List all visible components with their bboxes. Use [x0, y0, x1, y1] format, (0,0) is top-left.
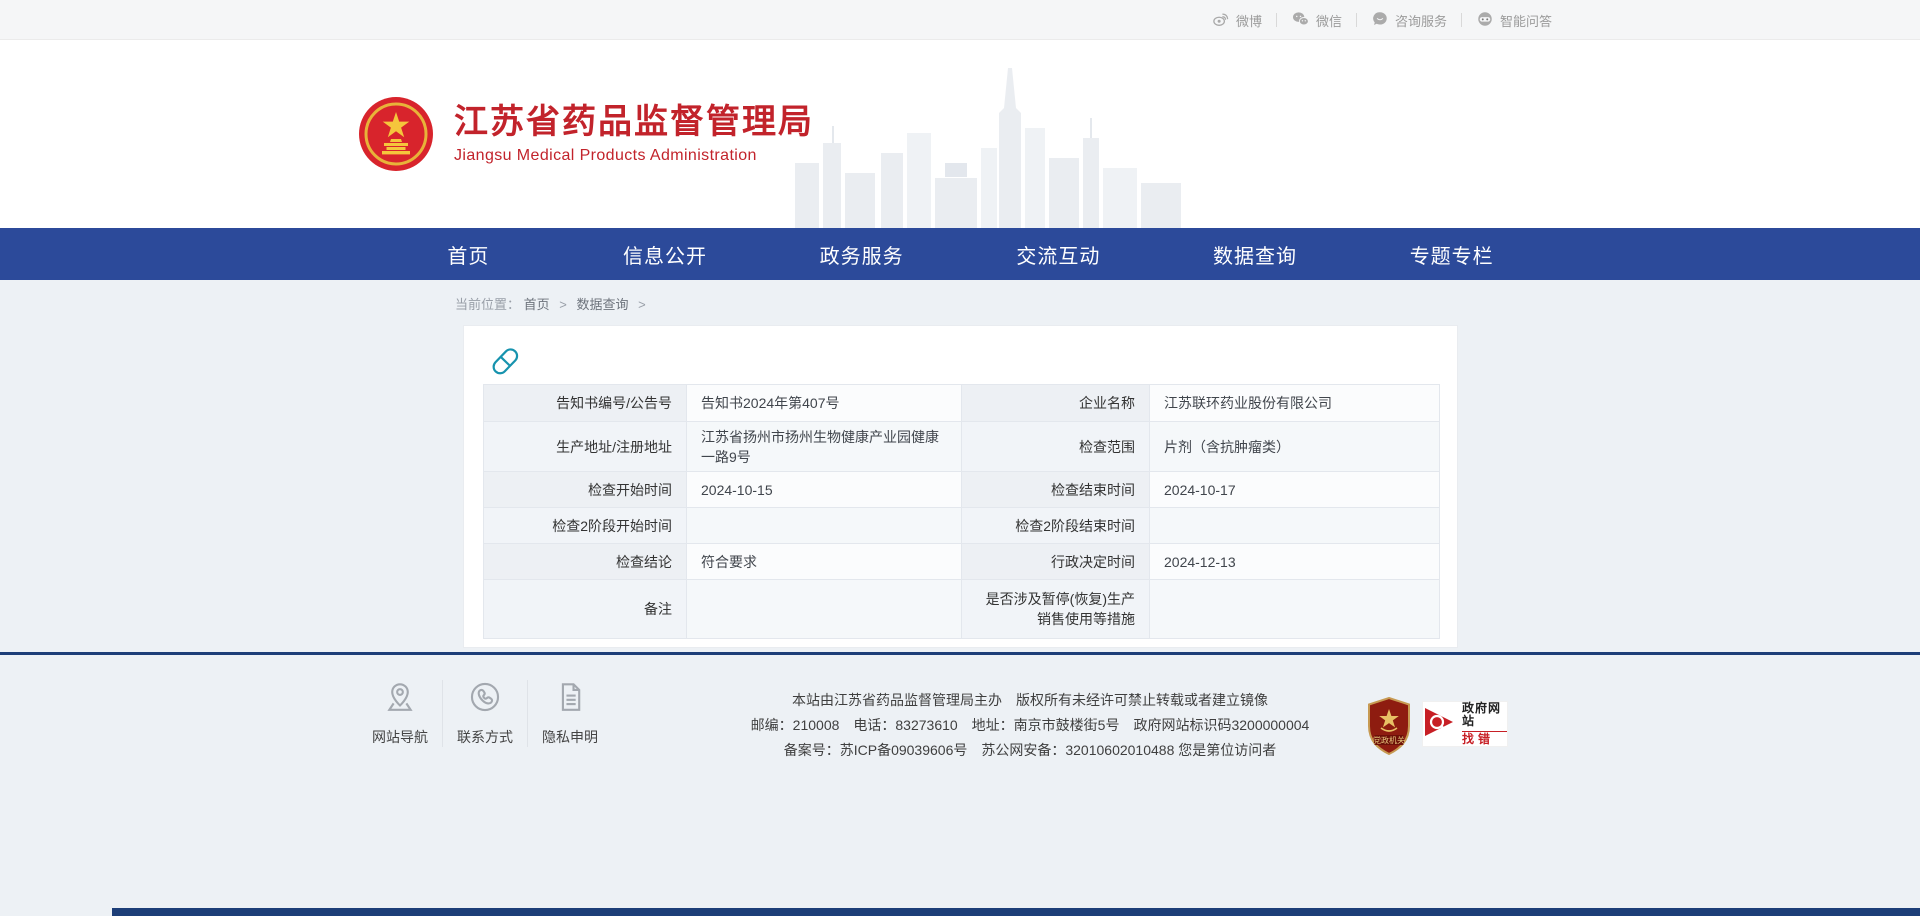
- footer-copyright-block: 本站由江苏省药品监督管理局主办 版权所有未经许可禁止转载或者建立镜像 邮编：21…: [750, 688, 1310, 763]
- divider: [1276, 13, 1277, 27]
- map-pin-icon: [383, 701, 417, 718]
- chat-bubble-icon: [1371, 10, 1389, 31]
- field-value: 2024-12-13: [1150, 544, 1440, 580]
- field-value: 2024-10-17: [1150, 472, 1440, 508]
- site-subtitle-en: Jiangsu Medical Products Administration: [454, 147, 814, 165]
- phone-icon: [468, 701, 502, 718]
- footer-line-3: 备案号：苏ICP备09039606号 苏公网安备：32010602010488 …: [750, 738, 1310, 763]
- privacy-link[interactable]: 隐私申明: [527, 680, 612, 747]
- site-map-label: 网站导航: [358, 727, 442, 747]
- field-label: 检查结束时间: [962, 472, 1150, 508]
- party-gov-shield-badge[interactable]: 党政机关: [1366, 697, 1412, 760]
- field-value: 片剂（含抗肿瘤类）: [1150, 422, 1440, 472]
- field-value: 江苏省扬州市扬州生物健康产业园健康一路9号: [687, 422, 962, 472]
- table-row: 备注 是否涉及暂停(恢复)生产销售使用等措施: [484, 580, 1440, 639]
- robot-icon: [1476, 10, 1494, 31]
- field-label: 检查结论: [484, 544, 687, 580]
- contact-label: 联系方式: [443, 727, 527, 747]
- field-label: 检查开始时间: [484, 472, 687, 508]
- table-row: 检查2阶段开始时间 检查2阶段结束时间: [484, 508, 1440, 544]
- field-label: 企业名称: [962, 385, 1150, 422]
- field-label: 备注: [484, 580, 687, 639]
- site-title: 江苏省药品监督管理局: [454, 103, 814, 142]
- field-value: [1150, 580, 1440, 639]
- breadcrumb-section-link[interactable]: 数据查询: [577, 297, 629, 312]
- field-value: [687, 508, 962, 544]
- field-value: [687, 580, 962, 639]
- magnifier-flag-icon: [1423, 704, 1459, 745]
- privacy-label: 隐私申明: [528, 727, 612, 747]
- table-row: 检查开始时间 2024-10-15 检查结束时间 2024-10-17: [484, 472, 1440, 508]
- contact-link[interactable]: 联系方式: [442, 680, 527, 747]
- footer-quick-links: 网站导航 联系方式 隐私申明: [358, 680, 612, 747]
- top-utility-bar: 微博 微信 咨询服务 智能问答: [0, 0, 1920, 40]
- nav-item-home[interactable]: 首页: [370, 228, 567, 280]
- main-nav: 首页 信息公开 政务服务 交流互动 数据查询 专题专栏: [0, 228, 1920, 280]
- nav-item-data-query[interactable]: 数据查询: [1157, 228, 1354, 280]
- table-row: 检查结论 符合要求 行政决定时间 2024-12-13: [484, 544, 1440, 580]
- divider: [1461, 13, 1462, 27]
- field-label: 告知书编号/公告号: [484, 385, 687, 422]
- footer-line-1: 本站由江苏省药品监督管理局主办 版权所有未经许可禁止转载或者建立镜像: [750, 688, 1310, 713]
- field-value: 2024-10-15: [687, 472, 962, 508]
- footer-badges: 党政机关 政府网站 找错: [1366, 697, 1508, 760]
- field-label: 检查2阶段开始时间: [484, 508, 687, 544]
- weibo-link[interactable]: 微博: [1212, 10, 1262, 31]
- city-skyline-graphic: [795, 68, 1195, 228]
- smart-qa-link[interactable]: 智能问答: [1476, 10, 1552, 31]
- field-label: 生产地址/注册地址: [484, 422, 687, 472]
- nav-item-info-disclosure[interactable]: 信息公开: [567, 228, 764, 280]
- pill-capsule-icon: [488, 344, 522, 383]
- table-row: 生产地址/注册地址 江苏省扬州市扬州生物健康产业园健康一路9号 检查范围 片剂（…: [484, 422, 1440, 472]
- table-row: 告知书编号/公告号 告知书2024年第407号 企业名称 江苏联环药业股份有限公…: [484, 385, 1440, 422]
- nav-item-special-topics[interactable]: 专题专栏: [1353, 228, 1550, 280]
- field-label: 是否涉及暂停(恢复)生产销售使用等措施: [962, 580, 1150, 639]
- gov-site-badge-text-top: 政府网站: [1462, 702, 1507, 728]
- page: 微博 微信 咨询服务 智能问答: [0, 0, 1920, 916]
- weibo-icon: [1212, 10, 1230, 31]
- nav-item-interaction[interactable]: 交流互动: [960, 228, 1157, 280]
- breadcrumb-separator: >: [638, 297, 646, 312]
- wechat-icon: [1291, 10, 1310, 31]
- breadcrumb: 当前位置： 首页 > 数据查询 >: [455, 294, 652, 313]
- document-icon: [553, 701, 587, 718]
- field-label: 检查范围: [962, 422, 1150, 472]
- wechat-label: 微信: [1316, 11, 1342, 30]
- national-emblem-logo: [358, 96, 434, 172]
- footer-line-2: 邮编：210008 电话：83273610 地址：南京市鼓楼街5号 政府网站标识…: [750, 713, 1310, 738]
- gov-site-badge-text-bottom: 找错: [1462, 731, 1507, 746]
- consult-service-link[interactable]: 咨询服务: [1371, 10, 1447, 31]
- smart-qa-label: 智能问答: [1500, 11, 1552, 30]
- field-value: 江苏联环药业股份有限公司: [1150, 385, 1440, 422]
- field-value: [1150, 508, 1440, 544]
- breadcrumb-prefix: 当前位置：: [455, 297, 520, 312]
- consult-service-label: 咨询服务: [1395, 11, 1447, 30]
- divider: [1356, 13, 1357, 27]
- inspection-detail-card: 告知书编号/公告号 告知书2024年第407号 企业名称 江苏联环药业股份有限公…: [463, 325, 1458, 648]
- weibo-label: 微博: [1236, 11, 1262, 30]
- site-header: 江苏省药品监督管理局 Jiangsu Medical Products Admi…: [0, 40, 1920, 228]
- footer-divider-line: [0, 652, 1920, 655]
- breadcrumb-separator: >: [559, 297, 567, 312]
- field-label: 检查2阶段结束时间: [962, 508, 1150, 544]
- breadcrumb-home-link[interactable]: 首页: [524, 297, 550, 312]
- field-value: 符合要求: [687, 544, 962, 580]
- nav-item-gov-services[interactable]: 政务服务: [763, 228, 960, 280]
- bottom-accent-bar: [112, 908, 1920, 916]
- wechat-link[interactable]: 微信: [1291, 10, 1342, 31]
- site-map-link[interactable]: 网站导航: [358, 680, 442, 747]
- gov-site-error-report-badge[interactable]: 政府网站 找错: [1422, 701, 1508, 747]
- field-value: 告知书2024年第407号: [687, 385, 962, 422]
- party-gov-badge-text: 党政机关: [1373, 735, 1405, 745]
- inspection-detail-table: 告知书编号/公告号 告知书2024年第407号 企业名称 江苏联环药业股份有限公…: [483, 384, 1440, 639]
- field-label: 行政决定时间: [962, 544, 1150, 580]
